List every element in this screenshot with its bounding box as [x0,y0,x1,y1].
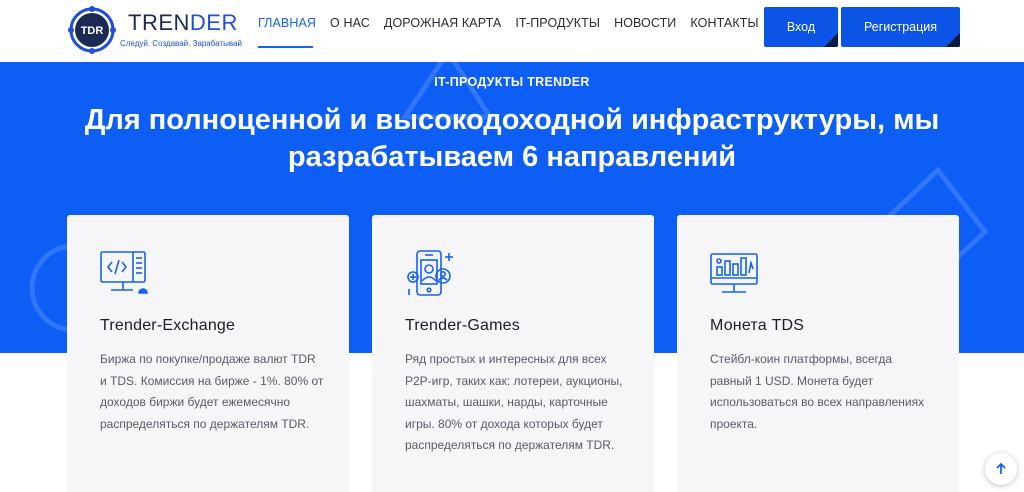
product-card-tds: Монета TDS Стейбл-коин платформы, всегда… [677,215,959,492]
nav-active-indicator [258,46,313,48]
nav-item-roadmap[interactable]: ДОРОЖНАЯ КАРТА [384,16,501,36]
hero-eyebrow: IT-ПРОДУКТЫ TRENDER [434,75,590,89]
hero-title: Для полноценной и высокодоходной инфраст… [84,104,940,173]
nav-item-it-products[interactable]: IT-ПРОДУКТЫ [515,16,600,36]
nav-item-contacts[interactable]: КОНТАКТЫ [690,16,758,36]
logo-title: TRENDER [128,10,238,35]
scroll-to-top-button[interactable] [985,453,1017,485]
card-title: Trender-Exchange [100,317,236,334]
login-button[interactable]: Вход [764,7,838,47]
mobile-game-icon [407,250,453,296]
card-description: Биржа по покупке/продаже валют TDR и TDS… [100,352,324,431]
nav-item-about[interactable]: О НАС [330,16,370,36]
monitor-code-icon [100,251,148,294]
monitor-chart-icon [710,253,758,293]
card-title: Монета TDS [710,317,805,334]
button-corner-decoration [824,33,838,47]
card-description: Стейбл-коин платформы, всегда равный 1 U… [710,352,925,431]
logo-badge-text: TDR [81,25,104,37]
register-button-label: Регистрация [863,20,938,34]
product-card-exchange: Trender-Exchange Биржа по покупке/продаж… [67,215,349,492]
product-card-games: Trender-Games Ряд простых и интересных д… [372,215,654,492]
register-button[interactable]: Регистрация [841,7,960,47]
button-corner-decoration [946,33,960,47]
card-title: Trender-Games [405,317,520,334]
nav-item-home[interactable]: ГЛАВНАЯ [258,16,316,36]
logo-badge-icon: TDR [68,6,116,54]
logo[interactable]: TDR TRENDER Следуй. Создавай. Зарабатыва… [68,6,242,54]
site-header: TDR TRENDER Следуй. Создавай. Зарабатыва… [0,0,1024,62]
nav-item-news[interactable]: НОВОСТИ [614,16,676,36]
arrow-up-icon [996,462,1006,474]
main-nav: ГЛАВНАЯ О НАС ДОРОЖНАЯ КАРТА IT-ПРОДУКТЫ… [258,16,773,36]
card-description: Ряд простых и интересных для всех P2P-иг… [405,352,623,453]
login-button-label: Вход [786,20,816,34]
logo-tagline: Следуй. Создавай. Зарабатывай [120,39,242,48]
